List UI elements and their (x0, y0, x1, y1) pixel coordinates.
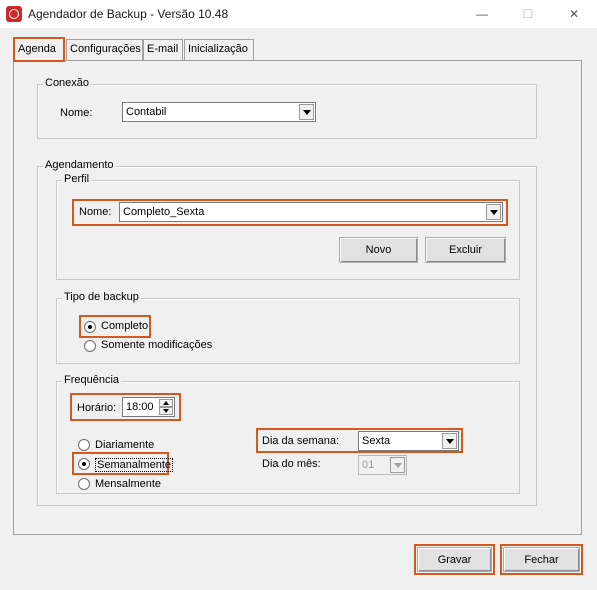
dia-semana-label: Dia da semana: (262, 435, 340, 447)
minimize-icon[interactable]: — (459, 0, 505, 28)
gravar-button-label: Gravar (437, 554, 472, 566)
chevron-down-icon[interactable] (442, 433, 457, 449)
conexao-group-label: Conexão (43, 77, 92, 89)
dia-semana-combo[interactable]: Sexta (358, 431, 459, 451)
spin-down-icon[interactable] (159, 407, 173, 415)
somente-modificacoes-label[interactable]: Somente modificações (101, 339, 212, 351)
frequencia-group-label: Frequência (62, 374, 122, 386)
perfil-nome-value: Completo_Sexta (123, 206, 205, 218)
novo-button[interactable]: Novo (339, 237, 418, 263)
chevron-down-icon[interactable] (486, 204, 501, 220)
semanalmente-radio[interactable] (78, 458, 90, 470)
agendamento-group-label: Agendamento (43, 159, 116, 171)
fechar-button-label: Fechar (524, 554, 559, 566)
fechar-button[interactable]: Fechar (503, 547, 580, 572)
perfil-group (56, 180, 520, 280)
perfil-group-label: Perfil (62, 173, 92, 185)
conexao-nome-value: Contabil (126, 106, 167, 118)
window-title: Agendador de Backup - Versão 10.48 (28, 7, 229, 21)
tab-inicializacao[interactable]: Inicialização (184, 39, 254, 60)
diariamente-radio[interactable] (78, 439, 90, 451)
horario-value: 18:00 (126, 401, 154, 413)
app-clock-icon (6, 6, 22, 22)
excluir-button-label: Excluir (448, 244, 482, 256)
horario-label: Horário: (77, 402, 117, 414)
completo-radio[interactable] (84, 321, 96, 333)
mensalmente-radio[interactable] (78, 478, 90, 490)
tipo-backup-group-label: Tipo de backup (62, 291, 141, 303)
chevron-down-icon[interactable] (299, 104, 314, 120)
dia-mes-value: 01 (362, 459, 375, 471)
maximize-icon: ☐ (522, 7, 534, 21)
completo-label[interactable]: Completo (101, 320, 148, 332)
somente-modificacoes-radio[interactable] (84, 340, 96, 352)
perfil-nome-label: Nome: (79, 206, 112, 218)
spin-up-icon[interactable] (159, 399, 173, 407)
chevron-down-icon (390, 457, 405, 473)
mensalmente-label[interactable]: Mensalmente (95, 478, 161, 490)
excluir-button[interactable]: Excluir (425, 237, 506, 263)
novo-button-label: Novo (365, 244, 392, 256)
gravar-button[interactable]: Gravar (417, 547, 492, 572)
dia-mes-combo: 01 (358, 455, 407, 475)
conexao-nome-label: Nome: (60, 107, 93, 119)
tab-configuracoes[interactable]: Configurações (66, 39, 143, 60)
conexao-nome-combo[interactable]: Contabil (122, 102, 316, 122)
dia-mes-label: Dia do mês: (262, 458, 321, 470)
tab-agenda[interactable]: Agenda (13, 37, 65, 62)
diariamente-label[interactable]: Diariamente (95, 439, 154, 451)
semanalmente-label[interactable]: Semanalmente (95, 458, 173, 472)
perfil-nome-combo[interactable]: Completo_Sexta (119, 202, 503, 222)
close-icon[interactable]: ✕ (551, 0, 597, 28)
horario-spinner[interactable]: 18:00 (122, 397, 175, 417)
dia-semana-value: Sexta (362, 435, 391, 447)
tab-email[interactable]: E-mail (143, 39, 183, 60)
